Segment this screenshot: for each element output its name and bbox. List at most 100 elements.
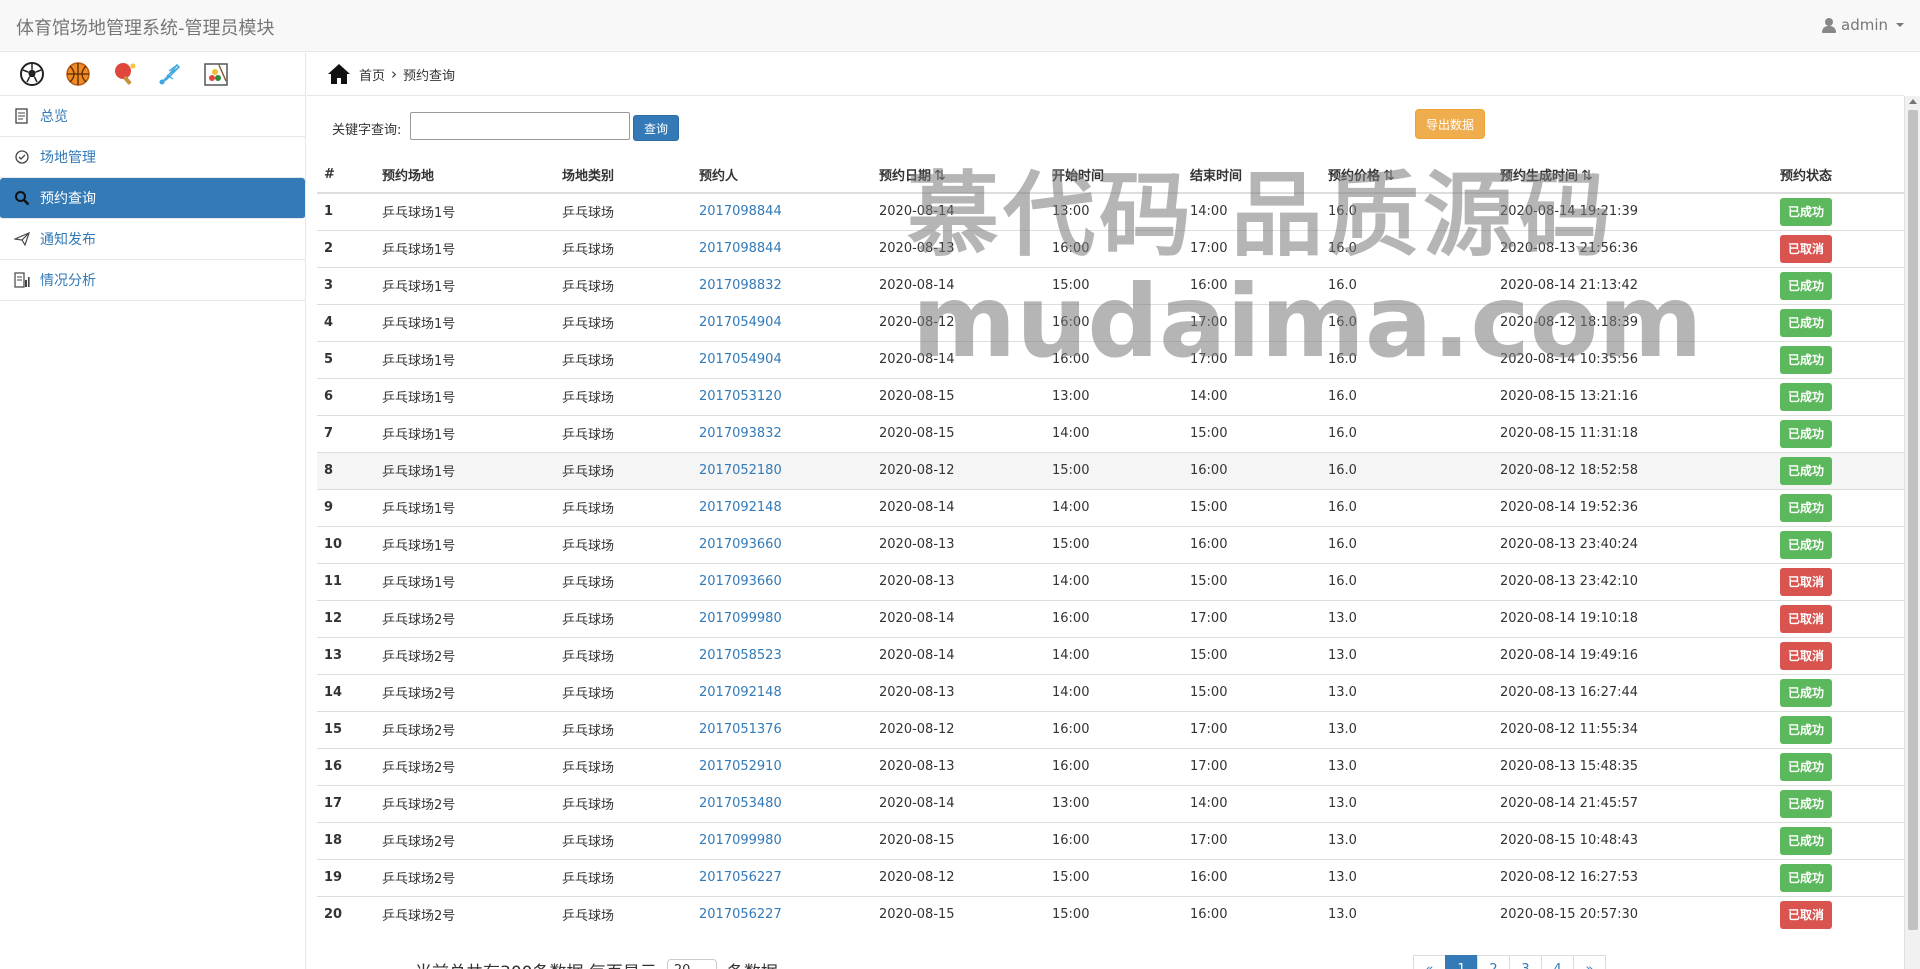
home-icon[interactable] [327,63,351,85]
cell-person[interactable]: 2017056227 [699,907,782,922]
status-badge[interactable]: 已成功 [1780,493,1832,522]
export-button[interactable]: 导出数据 [1415,109,1485,139]
col-date[interactable]: 预约日期 ⇅ [872,156,1045,194]
page-size-select[interactable]: 20 [666,958,717,969]
status-badge[interactable]: 已取消 [1780,900,1832,929]
cell-end: 16:00 [1190,907,1228,923]
cell-person[interactable]: 2017098844 [699,204,782,219]
page-link[interactable]: « [1413,955,1446,969]
status-badge[interactable]: 已成功 [1780,345,1832,374]
cell-person[interactable]: 2017092148 [699,685,782,700]
status-badge[interactable]: 已成功 [1780,530,1832,559]
cell-venue-type: 乒乓球场 [562,872,615,887]
page-link[interactable]: 1 [1445,955,1478,969]
cell-person[interactable]: 2017051376 [699,722,782,737]
sort-icon[interactable]: ⇅ [934,168,946,184]
cell-person[interactable]: 2017053480 [699,796,782,811]
page-link[interactable]: » [1573,955,1606,969]
status-badge[interactable]: 已成功 [1780,456,1832,485]
booking-table: # 预约场地 场地类别 预约人 预约日期 ⇅ 开始时间 结束时间 预约价格 ⇅ 预约… [317,156,1905,933]
status-badge[interactable]: 已取消 [1780,641,1832,670]
ping-pong-icon[interactable] [111,61,137,87]
cell-person[interactable]: 2017098844 [699,241,782,256]
search-button[interactable]: 查询 [633,115,679,141]
soccer-ball-icon[interactable] [19,61,45,87]
badminton-icon[interactable] [157,61,183,87]
sidebar-item-booking-query[interactable]: 预约查询 [0,178,305,219]
cell-created: 2020-08-13 16:27:44 [1500,685,1639,700]
app-title[interactable]: 体育馆场地管理系统-管理员模块 [16,14,275,40]
cell-venue-type: 乒乓球场 [562,539,615,554]
status-badge[interactable]: 已成功 [1780,308,1832,337]
cell-start: 15:00 [1052,907,1090,923]
cell-person[interactable]: 2017054904 [699,315,782,330]
user-menu[interactable]: admin [1822,16,1904,34]
status-badge[interactable]: 已成功 [1780,752,1832,781]
row-index: 1 [324,204,334,220]
cell-person[interactable]: 2017092148 [699,500,782,515]
keyword-input[interactable] [410,112,630,140]
cell-date: 2020-08-15 [879,907,955,923]
status-badge[interactable]: 已成功 [1780,789,1832,818]
cell-person[interactable]: 2017058523 [699,648,782,663]
status-badge[interactable]: 已成功 [1780,382,1832,411]
status-badge[interactable]: 已成功 [1780,678,1832,707]
cell-date: 2020-08-14 [879,278,955,293]
col-start: 开始时间 [1045,156,1183,194]
col-created[interactable]: 预约生成时间 ⇅ [1493,156,1773,194]
sort-icon[interactable]: ⇅ [1581,168,1593,184]
status-badge[interactable]: 已成功 [1780,863,1832,892]
scrollbar-thumb[interactable] [1908,110,1918,930]
cell-start: 14:00 [1052,500,1090,515]
cell-end: 15:00 [1190,574,1228,589]
status-badge[interactable]: 已成功 [1780,419,1832,448]
col-price[interactable]: 预约价格 ⇅ [1321,156,1493,194]
cell-person[interactable]: 2017093832 [699,426,782,441]
breadcrumb-home[interactable]: 首页 [359,65,385,84]
sidebar-item-analysis[interactable]: 情况分析 [0,260,305,301]
status-badge[interactable]: 已取消 [1780,567,1832,596]
status-badge[interactable]: 已成功 [1780,271,1832,300]
cell-person[interactable]: 2017099980 [699,833,782,848]
cell-person[interactable]: 2017052180 [699,463,782,478]
cell-person[interactable]: 2017053120 [699,389,782,404]
status-badge[interactable]: 已取消 [1780,234,1832,263]
cell-created: 2020-08-13 21:56:36 [1500,241,1639,256]
vertical-scrollbar[interactable] [1904,96,1920,969]
sidebar-item-venue-management[interactable]: 场地管理 [0,137,305,178]
cell-price: 13.0 [1328,907,1357,923]
row-index: 14 [324,685,343,700]
cell-date: 2020-08-15 [879,426,955,441]
cell-venue-type: 乒乓球场 [562,354,615,369]
cell-person[interactable]: 2017099980 [699,611,782,626]
cell-price: 16.0 [1328,278,1357,293]
status-badge[interactable]: 已成功 [1780,715,1832,744]
user-icon [1822,17,1836,33]
sort-icon[interactable]: ⇅ [1383,168,1395,184]
cell-created: 2020-08-15 10:48:43 [1500,833,1639,848]
row-index: 15 [324,722,343,737]
cell-person[interactable]: 2017093660 [699,537,782,552]
sidebar-item-overview[interactable]: 总览 [0,96,305,137]
status-badge[interactable]: 已成功 [1780,826,1832,855]
cell-person[interactable]: 2017056227 [699,870,782,885]
scroll-up-icon[interactable] [1909,99,1917,104]
page-link[interactable]: 2 [1477,955,1510,969]
cell-price: 16.0 [1328,204,1357,220]
cell-person[interactable]: 2017098832 [699,278,782,293]
basketball-icon[interactable] [65,61,91,87]
status-badge[interactable]: 已取消 [1780,604,1832,633]
status-badge[interactable]: 已成功 [1780,197,1832,226]
billiards-icon[interactable] [203,61,229,87]
cell-date: 2020-08-15 [879,389,955,404]
row-index: 17 [324,796,343,811]
page-link[interactable]: 4 [1541,955,1574,969]
sidebar-item-notice-publish[interactable]: 通知发布 [0,219,305,260]
cell-start: 15:00 [1052,870,1090,885]
page-link[interactable]: 3 [1509,955,1542,969]
cell-person[interactable]: 2017054904 [699,352,782,367]
cell-person[interactable]: 2017052910 [699,759,782,774]
cell-person[interactable]: 2017093660 [699,574,782,589]
row-index: 18 [324,833,343,848]
cell-created: 2020-08-14 19:49:16 [1500,648,1639,663]
